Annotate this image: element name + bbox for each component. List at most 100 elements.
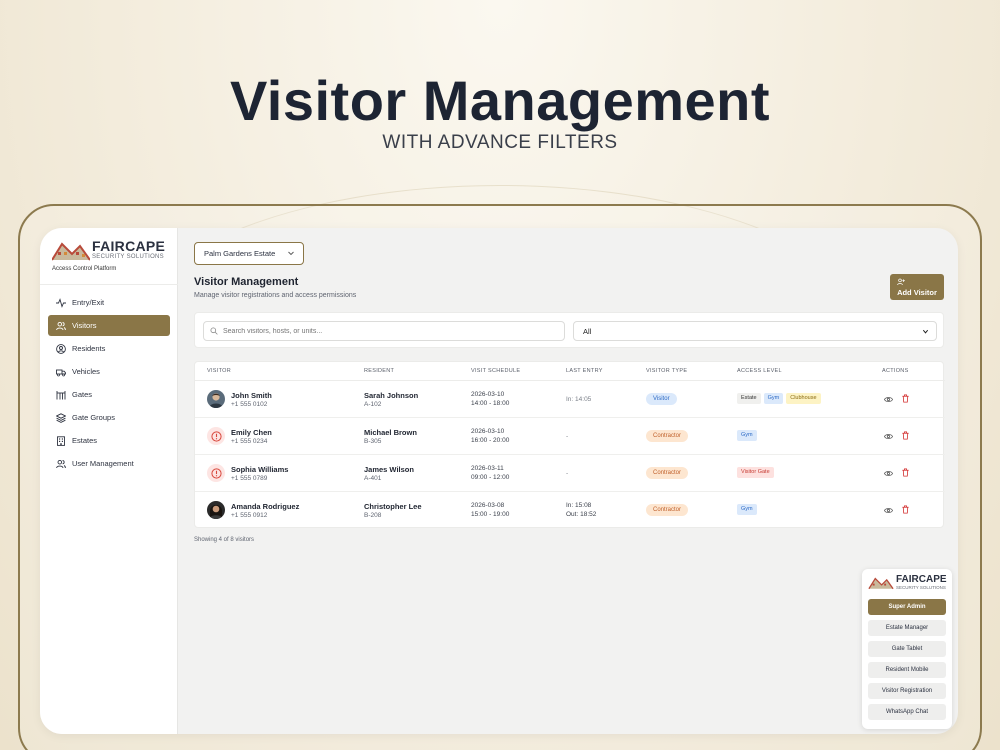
layers-icon xyxy=(56,412,66,423)
last-entry: In: 14:05 xyxy=(566,396,592,403)
column-header-access-level: ACCESS LEVEL xyxy=(737,368,782,374)
sidebar-item-label: Gates xyxy=(72,390,93,399)
resident-unit: B-208 xyxy=(364,512,382,519)
sidebar: FAIRCAPE SECURITY SOLUTIONS Access Contr… xyxy=(40,228,178,734)
role-panel-brand: FAIRCAPE SECURITY SOLUTIONS xyxy=(868,574,948,592)
role-button-whatsapp-chat[interactable]: WhatsApp Chat xyxy=(868,704,946,720)
schedule-time: 16:00 - 20:00 xyxy=(471,437,510,444)
sidebar-item-entry-exit[interactable]: Entry/Exit xyxy=(48,292,170,313)
schedule-time: 15:00 - 19:00 xyxy=(471,511,510,518)
trash-icon[interactable] xyxy=(901,468,910,477)
sidebar-item-visitors[interactable]: Visitors xyxy=(48,315,170,336)
sidebar-item-label: Visitors xyxy=(72,321,97,330)
eye-icon[interactable] xyxy=(884,395,893,404)
schedule-date: 2026-03-10 xyxy=(471,391,505,398)
brand-name: FAIRCAPE xyxy=(92,238,166,254)
eye-icon[interactable] xyxy=(884,506,893,515)
sidebar-item-user-management[interactable]: User Management xyxy=(48,453,170,474)
app-window: FAIRCAPE SECURITY SOLUTIONS Access Contr… xyxy=(40,228,958,734)
hero-subtitle: WITH ADVANCE FILTERS xyxy=(382,132,618,153)
visitor-type-value: All xyxy=(583,326,592,336)
schedule-date: 2026-03-08 xyxy=(471,502,505,509)
add-visitor-label: Add Visitor xyxy=(897,288,937,297)
chevron-down-icon xyxy=(922,329,929,334)
resident-name: Sarah Johnson xyxy=(364,391,419,400)
sidebar-item-label: Estates xyxy=(72,436,98,445)
user-plus-icon xyxy=(897,278,905,286)
hero-title: Visitor Management xyxy=(229,69,771,132)
role-button-super-admin[interactable]: Super Admin xyxy=(868,599,946,615)
sidebar-item-label: Entry/Exit xyxy=(72,298,105,307)
pagination-summary: Showing 4 of 8 visitors xyxy=(194,537,255,543)
activity-icon xyxy=(56,297,66,308)
role-panel-brand-sub: SECURITY SOLUTIONS xyxy=(896,585,946,590)
access-level-tags: Visitor Gate xyxy=(737,467,774,478)
column-header-last-entry: LAST ENTRY xyxy=(566,368,603,374)
role-button-estate-manager[interactable]: Estate Manager xyxy=(868,620,946,636)
schedule-date: 2026-03-11 xyxy=(471,465,504,472)
access-tag: Gym xyxy=(737,430,757,441)
search-field[interactable] xyxy=(203,321,565,341)
search-input[interactable] xyxy=(223,327,553,335)
avatar xyxy=(207,390,225,408)
page-title: Visitor Management xyxy=(194,276,299,288)
visitor-type-badge: Contractor xyxy=(646,504,689,516)
visitor-name: Emily Chen xyxy=(231,428,272,437)
access-tag: Estate xyxy=(737,393,761,404)
role-button-visitor-registration[interactable]: Visitor Registration xyxy=(868,683,946,699)
eye-icon[interactable] xyxy=(884,469,893,478)
user-cog-icon xyxy=(56,459,66,469)
role-switcher: FAIRCAPE SECURITY SOLUTIONS Super Admin … xyxy=(862,569,952,729)
trash-icon[interactable] xyxy=(901,505,910,514)
column-header-visit-schedule: VISIT SCHEDULE xyxy=(471,368,521,374)
sidebar-item-label: Residents xyxy=(72,344,106,353)
resident-name: James Wilson xyxy=(364,465,414,474)
resident-name: Michael Brown xyxy=(364,428,417,437)
user-circle-icon xyxy=(56,343,66,354)
table-row[interactable]: Sophia Williams +1 555 0789 James Wilson… xyxy=(195,455,945,492)
logo-roof-icon xyxy=(52,242,90,261)
visitor-phone: +1 555 0234 xyxy=(231,438,268,445)
sidebar-item-label: Gate Groups xyxy=(72,413,115,422)
chevron-down-icon xyxy=(288,251,294,256)
table-row[interactable]: Emily Chen +1 555 0234 Michael Brown B-3… xyxy=(195,418,945,455)
resident-unit: A-102 xyxy=(364,401,382,408)
trash-icon[interactable] xyxy=(901,431,910,440)
add-visitor-button[interactable]: Add Visitor xyxy=(890,274,944,300)
last-entry: - xyxy=(566,470,569,477)
schedule-date: 2026-03-10 xyxy=(471,428,505,435)
sidebar-item-gate-groups[interactable]: Gate Groups xyxy=(48,407,170,428)
visitor-phone: +1 555 0102 xyxy=(231,401,268,408)
resident-unit: B-305 xyxy=(364,438,382,445)
table-row[interactable]: John Smith +1 555 0102 Sarah Johnson A-1… xyxy=(195,381,945,418)
sidebar-nav: Entry/Exit Visitors Residents Vehicles G… xyxy=(48,292,170,476)
sidebar-item-vehicles[interactable]: Vehicles xyxy=(48,361,170,382)
sidebar-item-gates[interactable]: Gates xyxy=(48,384,170,405)
column-header-visitor-type: VISITOR TYPE xyxy=(646,368,688,374)
eye-icon[interactable] xyxy=(884,432,893,441)
access-tag: Clubhouse xyxy=(786,393,821,404)
estate-select[interactable]: Palm Gardens Estate xyxy=(194,242,304,265)
table-row[interactable]: Amanda Rodriguez +1 555 0912 Christopher… xyxy=(195,492,945,529)
sidebar-item-label: User Management xyxy=(72,459,134,468)
sidebar-item-residents[interactable]: Residents xyxy=(48,338,170,359)
trash-icon[interactable] xyxy=(901,394,910,403)
visitor-type-select[interactable]: All xyxy=(573,321,937,341)
access-tag: Gym xyxy=(737,504,757,515)
estate-select-value: Palm Gardens Estate xyxy=(204,249,276,258)
role-button-resident-mobile[interactable]: Resident Mobile xyxy=(868,662,946,678)
page-subtitle: Manage visitor registrations and access … xyxy=(194,292,357,299)
alert-circle-icon xyxy=(207,464,225,482)
visitor-name: Sophia Williams xyxy=(231,465,289,474)
logo-roof-icon xyxy=(868,577,894,590)
visitor-phone: +1 555 0789 xyxy=(231,475,268,482)
truck-icon xyxy=(56,367,66,377)
role-button-gate-tablet[interactable]: Gate Tablet xyxy=(868,641,946,657)
table-header: VISITOR RESIDENT VISIT SCHEDULE LAST ENT… xyxy=(195,362,945,381)
visitor-phone: +1 555 0912 xyxy=(231,512,268,519)
search-icon xyxy=(210,327,218,335)
sidebar-item-estates[interactable]: Estates xyxy=(48,430,170,451)
access-tag: Visitor Gate xyxy=(737,467,774,478)
brand-sub: SECURITY SOLUTIONS xyxy=(92,254,164,260)
access-level-tags: Gym xyxy=(737,430,757,441)
